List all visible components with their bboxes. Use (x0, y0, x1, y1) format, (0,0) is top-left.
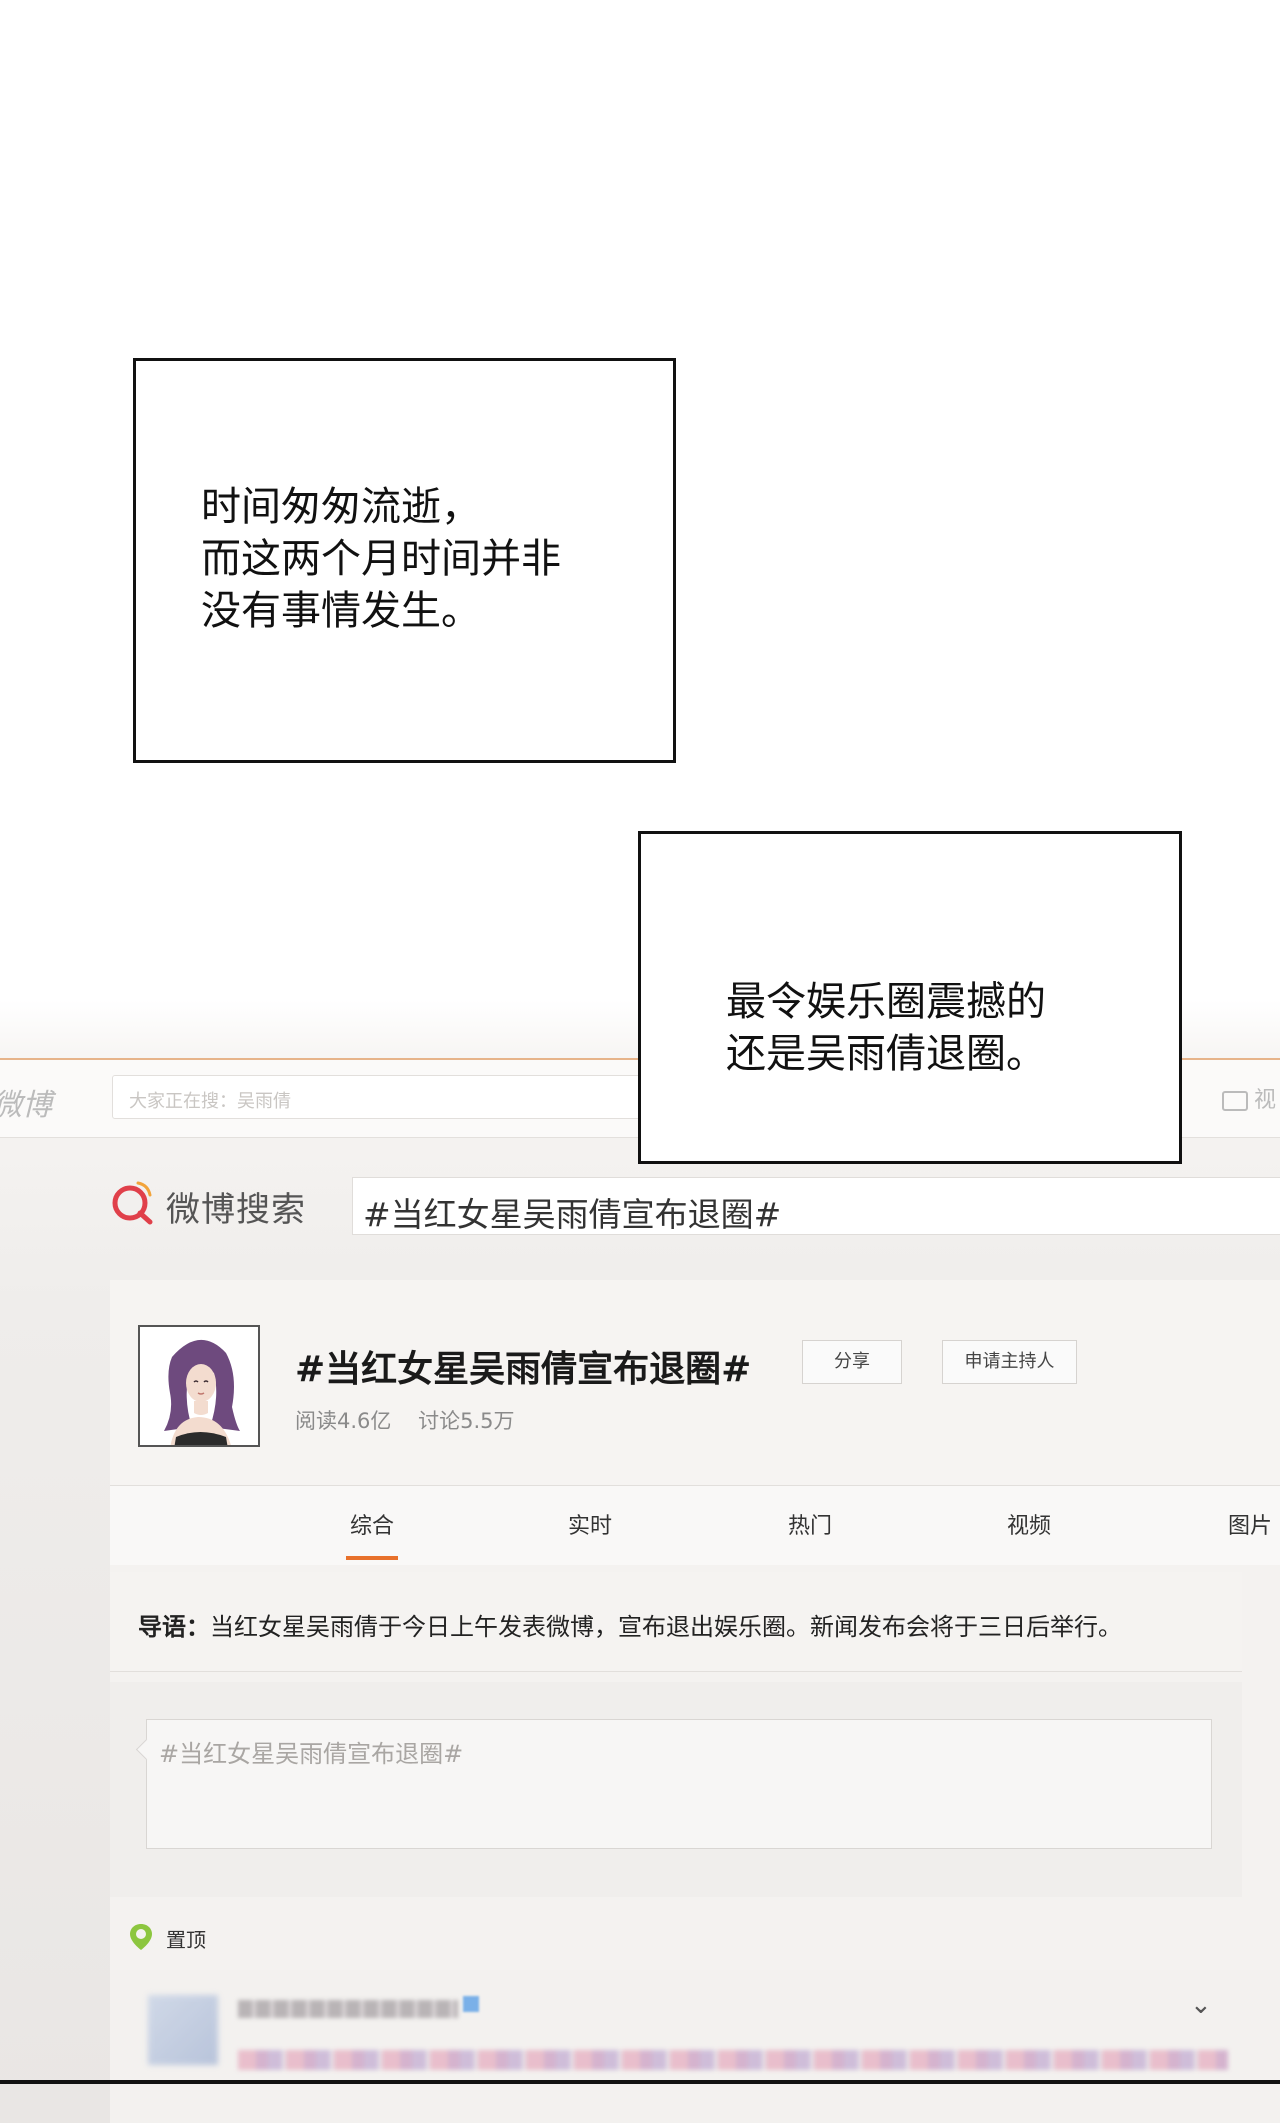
topic-header-card: #当红女星吴雨倩宣布退圈# 分享 申请主持人 阅读4.6亿 讨论5.5万 (110, 1280, 1280, 1485)
compose-card: #当红女星吴雨倩宣布退圈# (110, 1682, 1242, 1897)
apply-host-button[interactable]: 申请主持人 (942, 1340, 1077, 1384)
compose-placeholder: #当红女星吴雨倩宣布退圈# (159, 1740, 464, 1768)
discussion-count: 讨论5.5万 (418, 1409, 515, 1433)
top-search-input[interactable]: 大家正在搜：吴雨倩 (112, 1075, 642, 1119)
intro-card: 导语：当红女星吴雨倩于今日上午发表微博，宣布退出娱乐圈。新闻发布会将于三日后举行… (110, 1572, 1242, 1672)
narration-text-2: 最令娱乐圈震撼的 还是吴雨倩退圈。 (726, 979, 1046, 1077)
weibo-search-title: 微博搜索 (166, 1190, 306, 1230)
verified-badge-icon (463, 1996, 479, 2012)
post-author-name[interactable] (238, 2000, 458, 2018)
tab-comprehensive[interactable]: 综合 (345, 1508, 399, 1560)
tab-video[interactable]: 视频 (1007, 1508, 1051, 1540)
pinned-post[interactable]: ⌄ (110, 1970, 1280, 2123)
weibo-search-logo-icon (112, 1181, 153, 1225)
intro-body: 当红女星吴雨倩于今日上午发表微博，宣布退出娱乐圈。新闻发布会将于三日后举行。 (210, 1613, 1122, 1641)
tab-realtime[interactable]: 实时 (568, 1508, 612, 1540)
tab-hot[interactable]: 热门 (788, 1508, 832, 1540)
main-search-input[interactable]: #当红女星吴雨倩宣布退圈# (352, 1177, 1280, 1235)
topic-avatar[interactable] (138, 1325, 260, 1447)
share-button[interactable]: 分享 (802, 1340, 902, 1384)
narration-box-2: 最令娱乐圈震撼的 还是吴雨倩退圈。 (638, 831, 1182, 1164)
video-icon (1221, 1091, 1248, 1111)
intro-label: 导语： (138, 1613, 210, 1641)
weibo-search-row: 微博搜索 #当红女星吴雨倩宣布退圈# (0, 1165, 1280, 1245)
weibo-screen: 微博 大家正在搜：吴雨倩 视 微博搜索 #当红女星吴雨倩宣布退圈# (0, 1000, 1280, 2123)
video-nav-label: 视 (1253, 1088, 1276, 1113)
pinned-label: 置顶 (166, 1928, 206, 1952)
video-nav-link[interactable]: 视 (1221, 1082, 1276, 1114)
narration-text-1: 时间匆匆流逝， 而这两个月时间并非 没有事情发生。 (201, 484, 561, 634)
read-count: 阅读4.6亿 (295, 1409, 392, 1433)
main-search-query: #当红女星吴雨倩宣布退圈# (363, 1195, 782, 1234)
intro-text: 导语：当红女星吴雨倩于今日上午发表微博，宣布退出娱乐圈。新闻发布会将于三日后举行… (138, 1607, 1122, 1642)
topic-panel: #当红女星吴雨倩宣布退圈# 分享 申请主持人 阅读4.6亿 讨论5.5万 综合 … (110, 1280, 1280, 2123)
topic-stats: 阅读4.6亿 讨论5.5万 (295, 1405, 535, 1435)
topic-title[interactable]: #当红女星吴雨倩宣布退圈# (295, 1340, 751, 1392)
panel-bottom-border (0, 2080, 1280, 2084)
narration-box-1: 时间匆匆流逝， 而这两个月时间并非 没有事情发生。 (133, 358, 676, 763)
top-search-placeholder: 大家正在搜：吴雨倩 (129, 1091, 291, 1112)
post-body (238, 2050, 1228, 2070)
chevron-down-icon[interactable]: ⌄ (1190, 1990, 1212, 2020)
post-avatar[interactable] (148, 1995, 218, 2065)
tab-images[interactable]: 图片 (1228, 1508, 1272, 1540)
weibo-brand-text[interactable]: 微博 (0, 1080, 52, 1124)
pin-location-icon (130, 1924, 152, 1950)
compose-textarea[interactable]: #当红女星吴雨倩宣布退圈# (146, 1719, 1212, 1849)
pinned-header: 置顶 (110, 1908, 1242, 1968)
topic-tabs: 综合 实时 热门 视频 图片 (110, 1485, 1280, 1565)
woman-portrait-icon (140, 1327, 258, 1445)
